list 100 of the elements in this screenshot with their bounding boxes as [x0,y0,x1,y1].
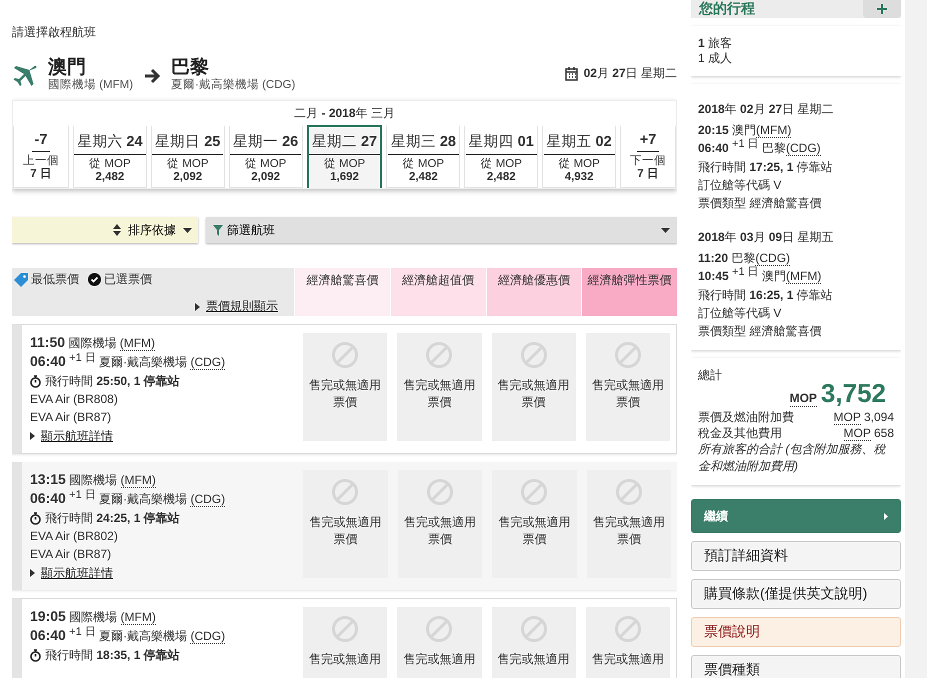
fare-unavailable-text: 售完或無適用 [592,651,664,668]
price: 2,482 [486,171,517,184]
cost-value: MOP 658 [844,425,894,441]
city-name: 澳門 [48,59,87,77]
passenger-count: 1 旅客 [698,36,734,51]
date-label: 星期一 26 [230,130,302,155]
calendar-icon [564,66,578,80]
date-tab[interactable]: 星期一 26 從 MOP 2,092 [228,125,303,188]
unavailable-icon [520,478,548,506]
arrival-line: 06:40 +1 日 夏爾·戴高樂機場 (CDG) [30,489,226,509]
fare-unavailable-text: 售完或無適用 [403,651,476,668]
expand-button[interactable] [863,0,901,18]
date-tab[interactable]: 星期二 27 從 MOP 1,692 [306,125,382,188]
total-label: 總計 [698,368,723,383]
sidebar-button[interactable]: 購買條款(僅提供英文說明) [691,579,901,609]
unavailable-icon [425,615,454,643]
fare-unavailable-text: 售完或無適用票價 [404,514,476,548]
date-tab[interactable]: 星期三 28 從 MOP 2,482 [386,125,460,188]
sidebar-button[interactable]: 票價種類 [691,655,901,678]
date-tab[interactable]: 星期四 01 從 MOP 2,482 [464,125,538,188]
price-prefix: 從 MOP [166,157,210,171]
caret-right-icon [30,569,35,577]
caret-right-icon [195,302,200,310]
fare-type: 票價類型 經濟艙驚喜價 [698,195,822,212]
departure-line: 13:15 國際機場 (MFM) [30,470,157,489]
fare-unavailable-text: 售完或無適用票價 [498,377,570,411]
booking-class: 訂位艙等代碼 V [698,177,782,194]
cost-label: 稅金及其他費用 [698,425,782,441]
date-tab[interactable]: 星期日 25 從 MOP 2,092 [150,125,225,188]
price-prefix: 從 MOP [88,157,132,171]
sort-dropdown[interactable]: 排序依據 [12,217,198,243]
fare-class-header: 經濟艙彈性票價 [582,268,677,316]
unavailable-icon [425,341,454,369]
fare-unavailable-text: 售完或無適用票價 [403,377,476,411]
right-arrow-icon [143,68,162,84]
cost-label: 票價及燃油附加費 [698,409,794,425]
date-tab[interactable]: 星期六 24 從 MOP 2,482 [73,125,147,188]
flight-details-link[interactable]: 顯示航班詳情 [41,564,113,582]
flight-duration: 飛行時間 24:25, 1 停靠站 [45,510,180,527]
flight-duration: 飛行時間 17:25, 1 停靠站 [698,159,834,176]
price: 2,092 [172,171,204,184]
itinerary-title: 您的行程 [699,0,755,18]
check-circle-icon [88,273,101,286]
price: 4,932 [564,171,594,184]
stopwatch-icon [30,648,41,662]
sidebar-button[interactable]: 預訂詳細資料 [691,541,901,571]
unavailable-icon [614,478,643,506]
date-label: 星期六 24 [74,130,146,155]
fare-unavailable-text: 售完或無適用 [309,651,382,668]
date-label: 星期二 27 [308,130,380,155]
date-tab[interactable]: 星期五 02 從 MOP 4,932 [542,125,616,188]
date-label: 星期四 01 [466,130,537,155]
price-prefix: 從 MOP [402,157,446,171]
arrival-line: 10:45 +1 日 澳門(MFM) [698,267,822,286]
nav-caption: 下一個 [629,154,668,168]
flight-details-link[interactable]: 顯示航班詳情 [41,427,113,445]
flight-duration: 飛行時間 18:35, 1 停靠站 [45,647,180,664]
stopwatch-icon [30,512,41,524]
flight-duration: 飛行時間 25:50, 1 停靠站 [45,373,180,390]
carrier-flight: EVA Air (BR87) [30,409,112,426]
unavailable-icon [520,341,548,369]
date-nav-button[interactable]: +7 下一個 7 日 [620,125,676,188]
price: 2,482 [94,171,126,184]
legend-label: 最低票價 [31,271,79,288]
unavailable-icon [614,615,642,643]
departure-line: 20:15 澳門(MFM) [698,122,792,138]
unavailable-icon [331,615,360,643]
total-note: 所有旅客的合計 (包含附加服務、稅金和燃油附加費用) [698,441,887,475]
airport-name: 國際機場 (MFM) [48,78,134,92]
segment-date: 2018年 02月 27日 星期二 [698,101,834,118]
arrival-line: 06:40 +1 日 夏爾·戴高樂機場 (CDG) [30,352,226,372]
price-prefix: 從 MOP [480,157,523,171]
price-prefix: 從 MOP [557,157,601,171]
fare-rules-link[interactable]: 票價規則顯示 [206,298,278,315]
caret-down-icon [183,228,192,232]
fare-unavailable-text: 售完或無適用 [498,651,570,668]
currency-code: MOP [790,391,817,407]
fare-unavailable-text: 售完或無適用票價 [592,377,664,411]
date-label: 星期三 28 [388,130,459,155]
price: 2,092 [250,171,282,184]
cost-value: MOP 3,094 [834,409,894,425]
legend-label: 已選票價 [104,271,152,288]
tag-icon [14,272,28,286]
continue-button[interactable]: 繼續 [691,499,901,533]
fare-class-header: 經濟艙超值價 [390,268,486,316]
arrival-line: 06:40 +1 日 巴黎(CDG) [698,139,822,158]
fare-class-header: 經濟艙優惠價 [486,268,582,316]
nav-caption: 7 日 [636,168,660,181]
fare-type: 票價類型 經濟艙驚喜價 [698,323,822,340]
segment-date: 2018年 03月 09日 星期五 [698,229,834,246]
filter-dropdown[interactable]: 篩選航班 [206,217,677,243]
date-nav-button[interactable]: -7 上一個 7 日 [13,125,69,188]
passenger-type: 1 成人 [698,51,734,66]
nav-caption: 7 日 [29,168,53,181]
airport-name: 夏爾·戴高樂機場 (CDG) [171,77,296,92]
sidebar-button[interactable]: 票價說明 [691,617,901,647]
page-title: 請選擇啟程航班 [12,24,97,41]
carrier-flight: EVA Air (BR808) [30,391,119,408]
travel-date: 02月 27日 星期二 [584,65,677,82]
carrier-flight: EVA Air (BR87) [30,546,112,563]
